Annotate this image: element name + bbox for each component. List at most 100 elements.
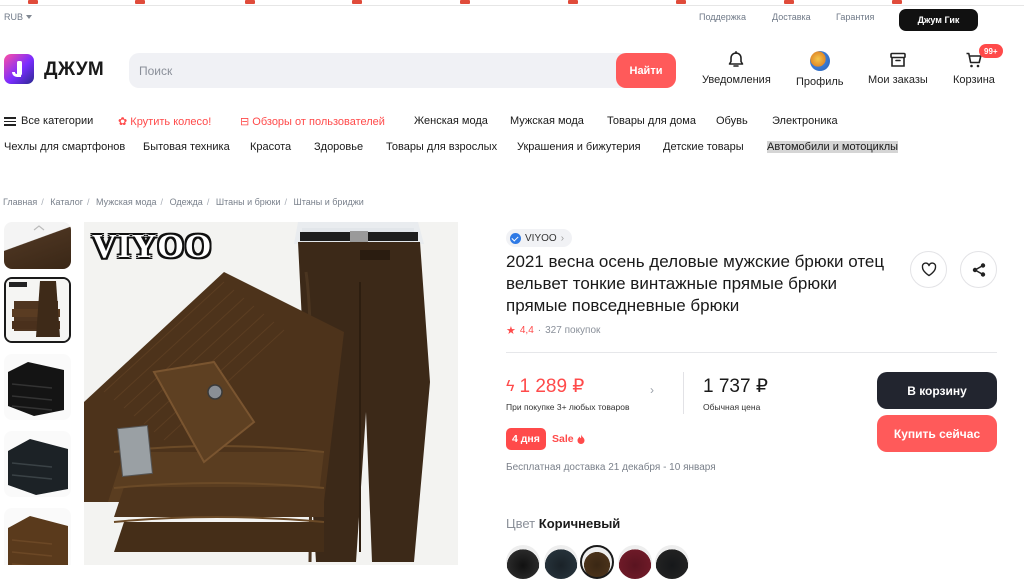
cart-label: Корзина [953, 74, 995, 86]
color-swatch[interactable] [506, 545, 540, 579]
search-bar [129, 53, 676, 88]
notifications-label: Уведомления [702, 74, 771, 86]
chevron-right-icon[interactable]: › [650, 383, 654, 397]
category-womens-fashion[interactable]: Женская мода [414, 115, 488, 127]
category-health[interactable]: Здоровье [314, 141, 363, 153]
purchase-count: 327 покупок [545, 325, 601, 336]
user-reviews-link[interactable]: ⊟ Обзоры от пользователей [240, 115, 385, 128]
days-left-badge: 4 дня [506, 428, 546, 450]
breadcrumb-item[interactable]: Главная [3, 197, 37, 207]
brand-watermark: VIYOO [92, 228, 213, 265]
promo-price-note: При покупке 3+ любых товаров [506, 402, 630, 412]
category-home-goods[interactable]: Товары для дома [607, 115, 696, 127]
divider [506, 352, 997, 353]
category-kids[interactable]: Детские товары [663, 141, 744, 153]
all-categories-label: Все категории [21, 115, 94, 127]
currency-label: RUB [4, 12, 24, 22]
price-divider [683, 372, 684, 414]
regular-price-value: 1 737 ₽ [703, 376, 768, 397]
product-main-image[interactable]: VIYOO [84, 222, 458, 565]
breadcrumb-item[interactable]: Каталог [50, 197, 83, 207]
user-reviews-label: Обзоры от пользователей [252, 116, 385, 128]
category-shoes[interactable]: Обувь [716, 115, 748, 127]
top-utility-bar: RUB Поддержка Доставка Гарантия Джум Гик [0, 6, 1024, 31]
star-icon: ★ [506, 325, 516, 337]
promo-price-value: 1 289 ₽ [519, 376, 585, 397]
promo-price[interactable]: ϟ 1 289 ₽ [506, 375, 584, 398]
breadcrumb-item[interactable]: Мужская мода [96, 197, 157, 207]
spin-wheel-label: Крутить колесо! [130, 116, 212, 128]
gift-icon: ⊟ [240, 116, 250, 128]
orders-button[interactable]: Мои заказы [868, 51, 928, 86]
logo-icon[interactable] [4, 54, 34, 84]
spin-wheel-link[interactable]: ✿ Крутить колесо! [118, 115, 211, 128]
rating-separator: · [537, 325, 542, 336]
seller-badge[interactable]: VIYOO › [506, 229, 573, 247]
thumbnail-list [4, 222, 72, 565]
share-icon [972, 262, 985, 277]
breadcrumb-item[interactable]: Одежда [170, 197, 203, 207]
category-phone-cases[interactable]: Чехлы для смартфонов [4, 141, 125, 153]
color-label-text: Цвет [506, 516, 536, 531]
cart-count-badge: 99+ [979, 44, 1003, 58]
currency-selector[interactable]: RUB [4, 12, 33, 22]
chevron-down-icon [26, 15, 33, 19]
category-mens-fashion[interactable]: Мужская мода [510, 115, 584, 127]
all-categories-menu[interactable]: Все категории [4, 115, 93, 127]
warranty-link[interactable]: Гарантия [836, 12, 874, 22]
seller-name: VIYOO [525, 232, 557, 244]
bell-icon [729, 51, 744, 67]
thumbnail-image[interactable] [4, 431, 71, 497]
sale-label: Sale [552, 433, 585, 445]
heart-icon [921, 262, 936, 277]
rating-value: 4,4 [519, 325, 534, 336]
breadcrumb-item[interactable]: Штаны и брюки [216, 197, 281, 207]
gear-flower-icon: ✿ [118, 116, 128, 128]
regular-price-note: Обычная цена [703, 402, 761, 412]
color-swatch-selected[interactable] [580, 545, 614, 579]
product-title: 2021 весна осень деловые мужские брюки о… [506, 252, 885, 315]
category-beauty[interactable]: Красота [250, 141, 291, 153]
category-auto-moto[interactable]: Автомобили и мотоциклы [767, 141, 899, 153]
breadcrumb-item[interactable]: Штаны и бриджи [294, 197, 364, 207]
share-button[interactable] [960, 251, 997, 288]
avatar [809, 51, 830, 71]
breadcrumb: Главная / Каталог / Мужская мода / Одежда / … [3, 197, 364, 207]
brand-name[interactable]: ДЖУМ [44, 59, 104, 81]
color-swatch[interactable] [544, 545, 578, 579]
color-label: Цвет Коричневый [506, 516, 620, 531]
thumbnail-image[interactable] [4, 222, 71, 269]
support-link[interactable]: Поддержка [699, 12, 746, 22]
profile-label: Профиль [796, 76, 844, 88]
search-input[interactable] [129, 53, 609, 88]
color-swatch[interactable] [618, 545, 652, 579]
thumbnail-image[interactable] [4, 508, 71, 565]
category-electronics[interactable]: Электроника [772, 115, 838, 127]
delivery-link[interactable]: Доставка [772, 12, 811, 22]
category-jewelry[interactable]: Украшения и бижутерия [517, 141, 641, 153]
notifications-button[interactable]: Уведомления [702, 51, 771, 86]
trousers-illustration [84, 222, 458, 565]
category-adult[interactable]: Товары для взрослых [386, 141, 497, 153]
sale-text: Sale [552, 433, 574, 445]
menu-icon [4, 116, 16, 126]
color-value: Коричневый [538, 516, 621, 531]
box-icon [890, 52, 906, 67]
flame-icon [577, 434, 585, 444]
orders-label: Мои заказы [868, 74, 928, 86]
color-swatch[interactable] [655, 545, 689, 579]
chevron-right-icon: › [560, 232, 565, 244]
thumbnail-image-selected[interactable] [4, 277, 71, 343]
search-button[interactable]: Найти [616, 53, 676, 88]
delivery-info: Бесплатная доставка 21 декабря - 10 янва… [506, 462, 716, 473]
profile-button[interactable]: Профиль [796, 51, 844, 88]
thumbnail-image[interactable] [4, 354, 71, 420]
add-to-cart-button[interactable]: В корзину [877, 372, 997, 409]
lightning-icon: ϟ [506, 377, 515, 395]
favorite-button[interactable] [910, 251, 947, 288]
joom-geek-button[interactable]: Джум Гик [899, 9, 978, 31]
rating-summary[interactable]: ★ 4,4 · 327 покупок [506, 324, 600, 337]
buy-now-button[interactable]: Купить сейчас [877, 415, 997, 452]
verified-check-icon [510, 232, 521, 244]
category-appliances[interactable]: Бытовая техника [143, 141, 230, 153]
